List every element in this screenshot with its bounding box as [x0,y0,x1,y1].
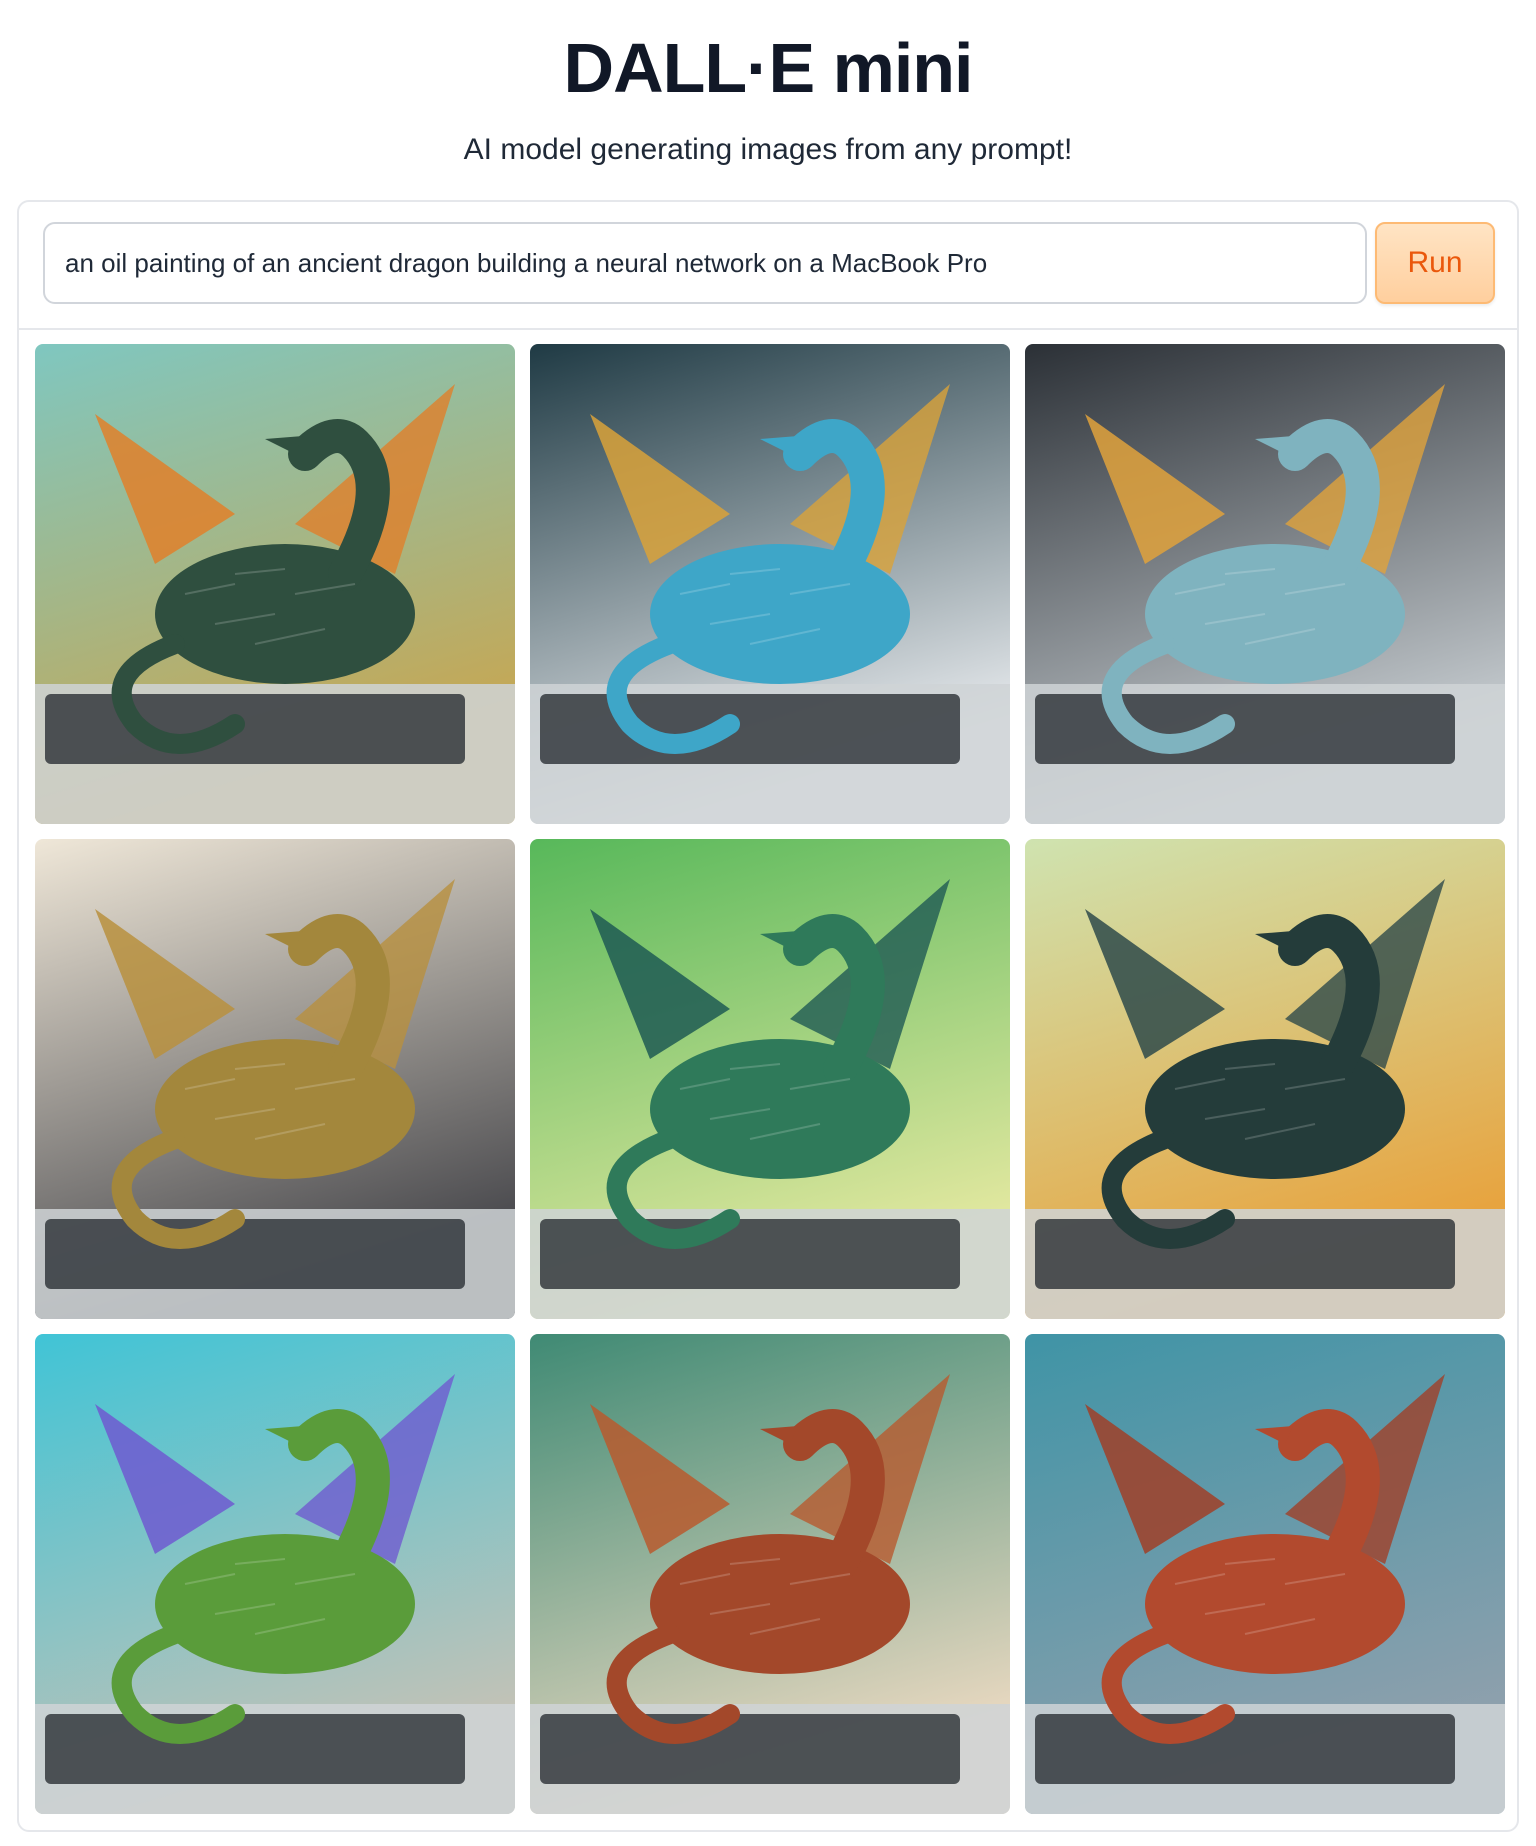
dragon-image-2[interactable] [530,344,1010,824]
generator-panel: Run [17,200,1519,1832]
page-subtitle: AI model generating images from any prom… [463,133,1073,166]
dragon-image-4[interactable] [35,839,515,1319]
dragon-image-3[interactable] [1025,344,1505,824]
dragon-image-9[interactable] [1025,1334,1505,1814]
dragon-image-6[interactable] [1025,839,1505,1319]
prompt-input[interactable] [43,222,1367,304]
dragon-image-5[interactable] [530,839,1010,1319]
dragon-image-8[interactable] [530,1334,1010,1814]
prompt-row: Run [19,202,1517,330]
image-gallery [35,344,1505,1820]
dragon-image-1[interactable] [35,344,515,824]
run-button[interactable]: Run [1375,222,1495,304]
dragon-image-7[interactable] [35,1334,515,1814]
page-title: DALL·E mini [563,29,974,107]
